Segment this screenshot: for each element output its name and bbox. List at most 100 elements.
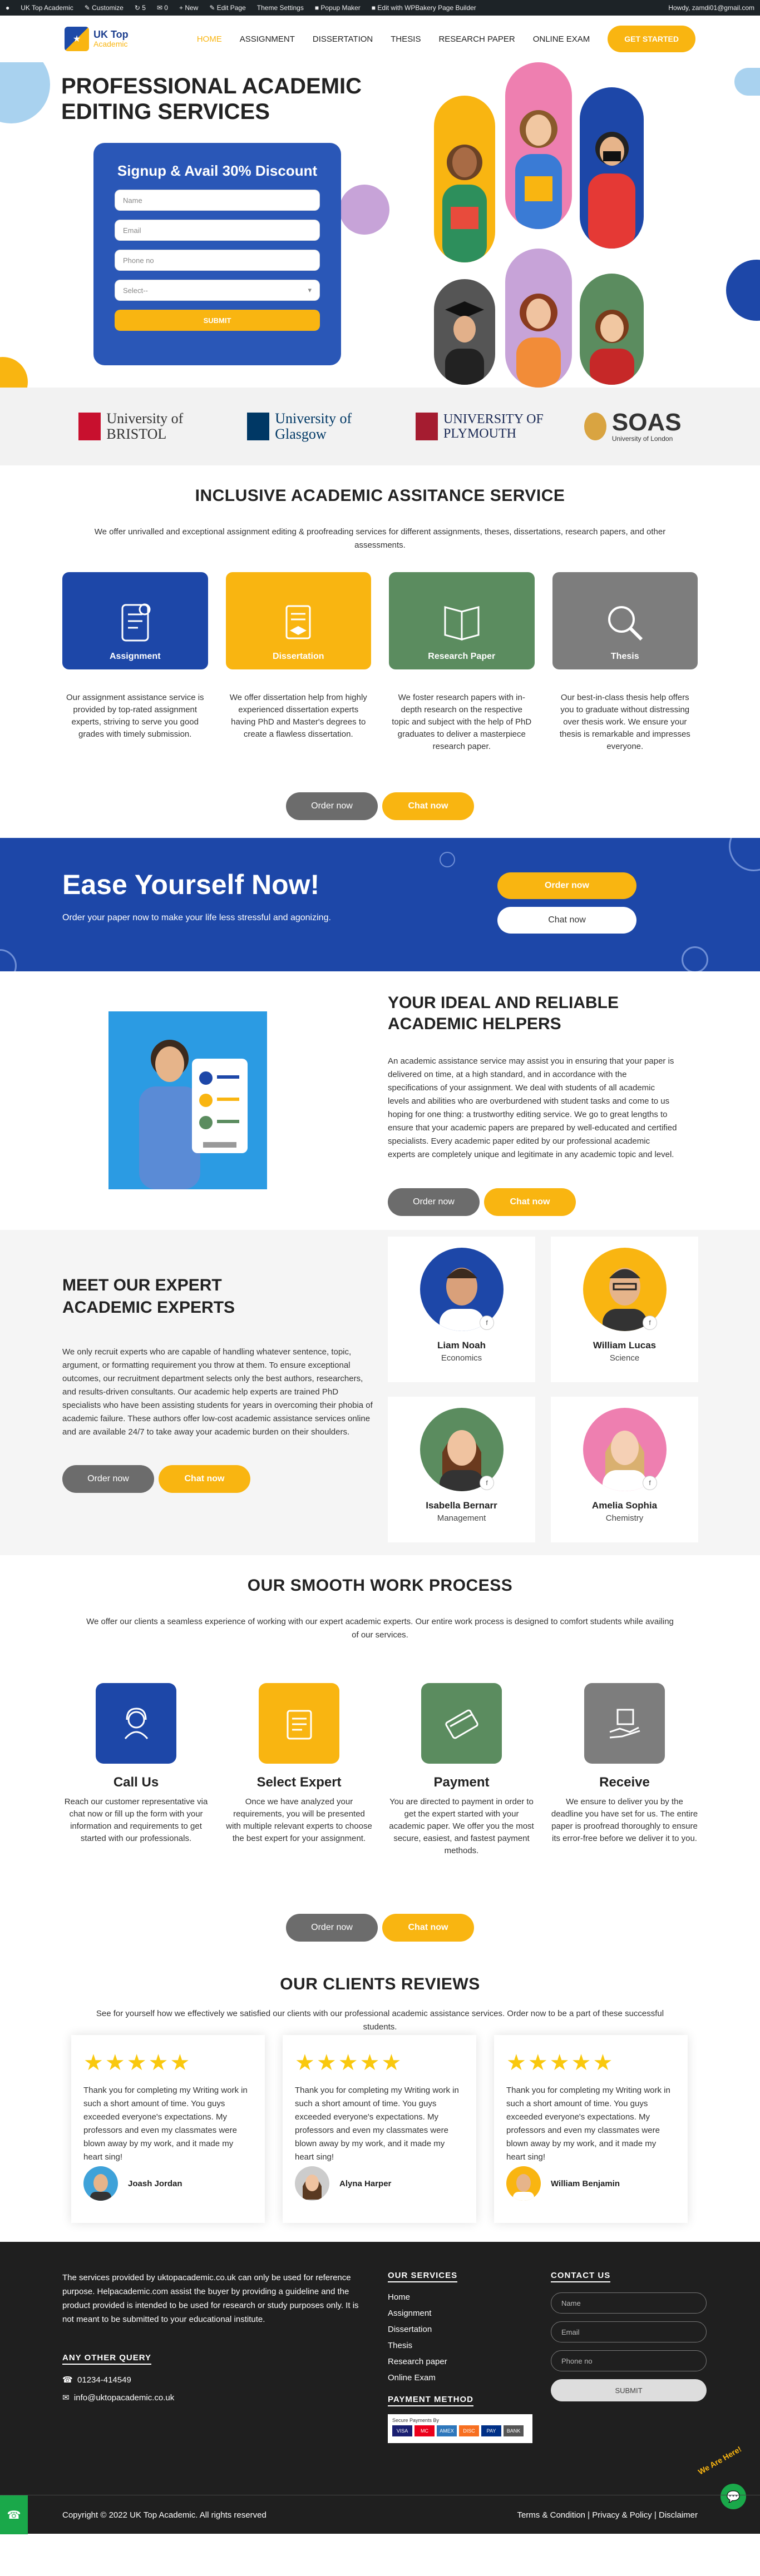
step-title: Call Us	[113, 1775, 159, 1790]
reviews-title: OUR CLIENTS REVIEWS	[280, 1975, 480, 1993]
admin-popup-maker[interactable]: ■ Popup Maker	[315, 4, 361, 12]
order-now-button[interactable]: Order now	[62, 1465, 154, 1493]
expert-card[interactable]: f Liam Noah Economics	[388, 1237, 535, 1382]
ease-order-button[interactable]: Order now	[497, 872, 636, 899]
open-book-icon	[444, 606, 480, 641]
order-now-button[interactable]: Order now	[286, 792, 378, 820]
service-text: We foster research papers with in-depth …	[392, 693, 532, 751]
admin-theme-settings[interactable]: Theme Settings	[257, 4, 304, 12]
expert-card[interactable]: f William Lucas Science	[551, 1237, 698, 1382]
chat-now-button[interactable]: Chat now	[382, 792, 474, 820]
service-card-research-paper[interactable]: Research Paper We foster research papers…	[389, 572, 535, 753]
contact-name-input[interactable]: Name	[551, 2292, 707, 2314]
admin-customize[interactable]: ✎ Customize	[85, 4, 124, 12]
student-photo	[434, 96, 495, 262]
nav-assignment[interactable]: ASSIGNMENT	[240, 34, 295, 44]
admin-updates[interactable]: ↻ 5	[135, 4, 146, 12]
experts-section: MEET OUR EXPERT ACADEMIC EXPERTS We only…	[0, 1230, 760, 1555]
step-title: Receive	[599, 1775, 650, 1790]
step-text: We ensure to deliver you by the deadline…	[551, 1797, 698, 1843]
contact-phone-input[interactable]: Phone no	[551, 2350, 707, 2371]
step-title: Select Expert	[256, 1775, 342, 1790]
process-step: Payment You are directed to payment in o…	[388, 1683, 535, 1857]
footer-link-dissertation[interactable]: Dissertation	[388, 2321, 532, 2337]
visa-icon: VISA	[392, 2425, 412, 2436]
facebook-icon[interactable]: f	[480, 1476, 494, 1490]
services-subtitle: We offer unrivalled and exceptional assi…	[94, 527, 666, 550]
admin-user[interactable]: Howdy, zamdi01@gmail.com	[668, 4, 754, 12]
get-started-button[interactable]: GET STARTED	[608, 26, 695, 52]
service-text: We offer dissertation help from highly e…	[229, 693, 367, 739]
footer-services-list: Home Assignment Dissertation Thesis Rese…	[388, 2289, 532, 2386]
admin-edit-page[interactable]: ✎ Edit Page	[209, 4, 245, 12]
review-card: ★★★★★ Thank you for completing my Writin…	[283, 2035, 476, 2223]
signup-phone-input[interactable]: Phone no	[115, 250, 320, 271]
footer-link-assignment[interactable]: Assignment	[388, 2305, 532, 2321]
chat-now-button[interactable]: Chat now	[159, 1465, 250, 1493]
ease-chat-button[interactable]: Chat now	[497, 907, 636, 934]
logo-bristol: University of BRISTOL	[78, 411, 212, 442]
review-card: ★★★★★ Thank you for completing my Writin…	[494, 2035, 688, 2223]
chat-now-button[interactable]: Chat now	[484, 1188, 576, 1216]
signup-submit-button[interactable]: SUBMIT	[115, 310, 320, 331]
admin-wpbakery[interactable]: ■ Edit with WPBakery Page Builder	[372, 4, 476, 12]
admin-comments[interactable]: ✉ 0	[157, 4, 168, 12]
expert-role: Management	[437, 1513, 486, 1523]
footer-phone[interactable]: ☎ 01234-414549	[62, 2375, 174, 2385]
step-text: You are directed to payment in order to …	[389, 1797, 534, 1855]
signup-name-input[interactable]: Name	[115, 190, 320, 211]
order-now-button[interactable]: Order now	[388, 1188, 480, 1216]
service-text: Our best-in-class thesis help offers you…	[559, 693, 690, 751]
facebook-icon[interactable]: f	[643, 1316, 657, 1330]
helper-image	[108, 1011, 267, 1189]
footer-legal-links[interactable]: Terms & Condition | Privacy & Policy | D…	[517, 2510, 698, 2520]
chat-now-button[interactable]: Chat now	[382, 1914, 474, 1942]
expert-card[interactable]: f Amelia Sophia Chemistry	[551, 1397, 698, 1542]
expert-role: Chemistry	[605, 1513, 644, 1523]
reviewer-avatar	[295, 2166, 329, 2201]
footer-link-online-exam[interactable]: Online Exam	[388, 2370, 532, 2386]
site-logo[interactable]: ★ UK Top Academic	[65, 27, 129, 51]
copyright-bar: ☎ Copyright © 2022 UK Top Academic. All …	[0, 2495, 760, 2534]
review-text: Thank you for completing my Writing work…	[295, 2086, 459, 2162]
whatsapp-icon[interactable]: ☎	[0, 2495, 28, 2534]
main-nav: HOME ASSIGNMENT DISSERTATION THESIS RESE…	[197, 26, 695, 52]
service-card-assignment[interactable]: Assignment Our assignment assistance ser…	[62, 572, 208, 753]
order-now-button[interactable]: Order now	[286, 1914, 378, 1942]
nav-online-exam[interactable]: ONLINE EXAM	[533, 34, 590, 44]
service-card-dissertation[interactable]: Dissertation We offer dissertation help …	[225, 572, 371, 753]
admin-new[interactable]: + New	[179, 4, 198, 12]
select-document-icon	[259, 1683, 339, 1764]
ideal-text: An academic assistance service may assis…	[388, 1056, 677, 1159]
signup-select[interactable]: Select-- ▾	[115, 280, 320, 301]
contact-email-input[interactable]: Email	[551, 2321, 707, 2342]
nav-dissertation[interactable]: DISSERTATION	[313, 34, 373, 44]
facebook-icon[interactable]: f	[480, 1316, 494, 1330]
footer-link-home[interactable]: Home	[388, 2289, 532, 2305]
glasgow-crest-icon	[247, 413, 270, 440]
phone-icon: ☎	[62, 2375, 73, 2385]
expert-role: Economics	[441, 1353, 482, 1363]
decor-ring	[682, 946, 708, 971]
wp-logo-icon[interactable]: ●	[6, 4, 9, 12]
footer-link-thesis[interactable]: Thesis	[388, 2337, 532, 2354]
facebook-icon[interactable]: f	[643, 1476, 657, 1490]
service-card-thesis[interactable]: Thesis Our best-in-class thesis help off…	[552, 572, 698, 753]
contact-submit-button[interactable]: SUBMIT	[551, 2379, 707, 2401]
footer-email[interactable]: ✉ info@uktopacademic.co.uk	[62, 2393, 174, 2403]
nav-thesis[interactable]: THESIS	[391, 34, 421, 44]
nav-research-paper[interactable]: RESEARCH PAPER	[438, 34, 515, 44]
process-step: Select Expert Once we have analyzed your…	[225, 1683, 373, 1845]
footer-link-research-paper[interactable]: Research paper	[388, 2354, 532, 2370]
wp-admin-bar: ● UK Top Academic ✎ Customize ↻ 5 ✉ 0 + …	[0, 0, 760, 16]
student-photo	[505, 249, 572, 388]
payment-methods: Secure Payments By VISA MC AMEX DISC PAY…	[388, 2414, 532, 2443]
paypal-icon: PAY	[481, 2425, 501, 2436]
admin-site-name[interactable]: UK Top Academic	[21, 4, 73, 12]
rating-stars: ★★★★★	[83, 2051, 192, 2075]
review-card: ★★★★★ Thank you for completing my Writin…	[71, 2035, 265, 2223]
nav-home[interactable]: HOME	[197, 34, 222, 44]
signup-email-input[interactable]: Email	[115, 220, 320, 241]
ideal-title: YOUR IDEAL AND RELIABLE ACADEMIC HELPERS	[388, 994, 619, 1033]
expert-card[interactable]: f Isabella Bernarr Management	[388, 1397, 535, 1542]
